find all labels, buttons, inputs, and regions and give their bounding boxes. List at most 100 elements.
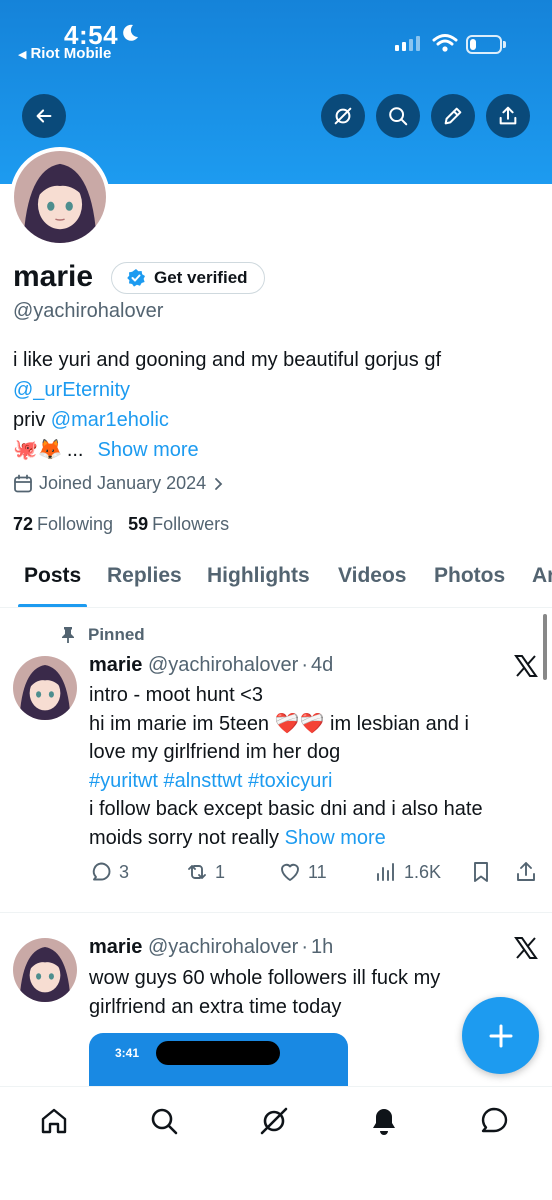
post-author-name[interactable]: marie: [89, 936, 142, 958]
pinned-label: Pinned: [88, 625, 145, 644]
profile-avatar[interactable]: [10, 147, 110, 247]
profile-handle: @yachirohalover: [13, 300, 164, 322]
like-button[interactable]: 11: [278, 860, 327, 884]
share-button[interactable]: [486, 94, 530, 138]
share-icon: [517, 862, 535, 881]
post-show-more-link[interactable]: Show more: [285, 827, 386, 849]
tab-videos[interactable]: Videos: [338, 564, 406, 588]
post-author-name[interactable]: marie: [89, 654, 142, 676]
bio-show-more-link[interactable]: Show more: [97, 435, 198, 465]
post-line: love my girlfriend im her dog: [89, 741, 341, 763]
profile-name: marie: [13, 260, 94, 293]
bio-line: i like yuri and gooning and my beautiful…: [13, 349, 442, 371]
tab-highlights[interactable]: Highlights: [207, 564, 310, 588]
x-logo-icon: [514, 937, 538, 959]
get-verified-label: Get verified: [154, 268, 248, 287]
tab-articles[interactable]: Articles: [532, 564, 552, 588]
post-header: marie @yachirohalover · 4d: [89, 654, 333, 677]
post-avatar[interactable]: [13, 656, 77, 720]
nav-home[interactable]: [38, 1105, 70, 1137]
tab-posts[interactable]: Posts: [24, 564, 81, 588]
reply-count: 3: [119, 861, 130, 882]
media-screenshot-time: 3:41: [115, 1046, 140, 1060]
grok-icon: [260, 1107, 288, 1135]
joined-date[interactable]: Joined January 2024: [13, 473, 226, 494]
verified-badge-icon: [127, 269, 145, 287]
chevron-right-icon: [215, 477, 223, 490]
post-hashtags[interactable]: #yuritwt #alnsttwt #toxicyuri: [89, 767, 539, 796]
bio-emoji: 🐙🦊: [13, 439, 63, 461]
grok-icon: [334, 107, 352, 125]
messages-icon: [481, 1107, 508, 1133]
post-author-handle[interactable]: @yachirohalover: [148, 654, 298, 676]
media-dynamic-island: [156, 1041, 280, 1065]
carrier: ◀ Riot Mobile: [18, 45, 112, 62]
repost-count: 1: [215, 861, 226, 882]
post-separator: ·: [301, 936, 308, 958]
signal-icon: [395, 36, 420, 51]
repost-icon: [188, 865, 206, 879]
post-time[interactable]: 1h: [311, 936, 333, 958]
get-verified-button[interactable]: Get verified: [111, 262, 265, 294]
bio-mention-link[interactable]: @_urEternity: [13, 379, 130, 401]
battery-icon: [466, 35, 506, 54]
scrollbar[interactable]: [543, 614, 547, 680]
post-body: intro - moot hunt <3 hi im marie im 5tee…: [89, 681, 539, 852]
like-count: 11: [308, 861, 327, 882]
post-emoji: ❤️‍🩹❤️‍🩹: [274, 712, 325, 735]
bio-ellipsis: ...: [66, 439, 84, 461]
post-author-handle[interactable]: @yachirohalover: [148, 936, 298, 958]
following-link[interactable]: 72 Following: [13, 514, 113, 535]
bottom-nav: [0, 1086, 552, 1200]
arrow-left-icon: [36, 109, 52, 123]
nav-notifications[interactable]: [368, 1105, 400, 1137]
post-line: moids sorry not really: [89, 826, 280, 849]
bio-priv-mention-link[interactable]: @mar1eholic: [51, 409, 169, 431]
moon-icon: [123, 24, 138, 41]
followers-label: Followers: [152, 514, 230, 534]
followers-count: 59: [128, 514, 149, 534]
plus-icon: [489, 1024, 512, 1047]
search-icon: [389, 107, 408, 126]
post-avatar[interactable]: [13, 938, 77, 1002]
post-divider: [0, 912, 552, 913]
views-count: 1.6K: [404, 861, 442, 882]
post-line: hi im marie im 5teen: [89, 712, 270, 735]
nav-messages[interactable]: [478, 1105, 510, 1137]
bookmark-icon: [474, 862, 488, 882]
nav-grok[interactable]: [258, 1105, 290, 1137]
following-count: 72: [13, 514, 34, 534]
x-logo-icon: [514, 655, 538, 677]
pin-icon: [62, 627, 74, 643]
pinned-indicator: Pinned: [60, 625, 145, 645]
followers-link[interactable]: 59 Followers: [128, 514, 229, 535]
post-separator: ·: [301, 654, 308, 676]
following-label: Following: [37, 514, 114, 534]
tab-photos[interactable]: Photos: [434, 564, 505, 588]
views-button[interactable]: 1.6K: [374, 860, 441, 884]
repost-button[interactable]: 1: [185, 860, 225, 884]
bookmark-button[interactable]: [469, 860, 493, 884]
profile-tabs: Posts Replies Highlights Videos Photos A…: [0, 556, 552, 608]
tab-replies[interactable]: Replies: [107, 564, 182, 588]
bio-priv-label: priv: [13, 409, 46, 431]
post-time[interactable]: 4d: [311, 654, 333, 676]
post-line: i follow back except basic dni and i als…: [89, 798, 483, 820]
calendar-icon: [14, 474, 32, 492]
reply-icon: [92, 862, 111, 881]
post-share-button[interactable]: [514, 860, 538, 884]
search-icon: [151, 1108, 178, 1135]
views-icon: [377, 863, 394, 881]
wifi-icon: [432, 34, 458, 52]
post-media-image[interactable]: 3:41: [89, 1033, 348, 1093]
edit-profile-button[interactable]: [431, 94, 475, 138]
reply-button[interactable]: 3: [89, 860, 129, 884]
profile-bio: i like yuri and gooning and my beautiful…: [13, 345, 543, 465]
post-header: marie @yachirohalover · 1h: [89, 936, 333, 959]
back-button[interactable]: [22, 94, 66, 138]
compose-post-button[interactable]: [462, 997, 539, 1074]
grok-button[interactable]: [321, 94, 365, 138]
nav-search[interactable]: [148, 1105, 180, 1137]
follow-counts: 72 Following 59 Followers: [13, 514, 229, 535]
search-button[interactable]: [376, 94, 420, 138]
